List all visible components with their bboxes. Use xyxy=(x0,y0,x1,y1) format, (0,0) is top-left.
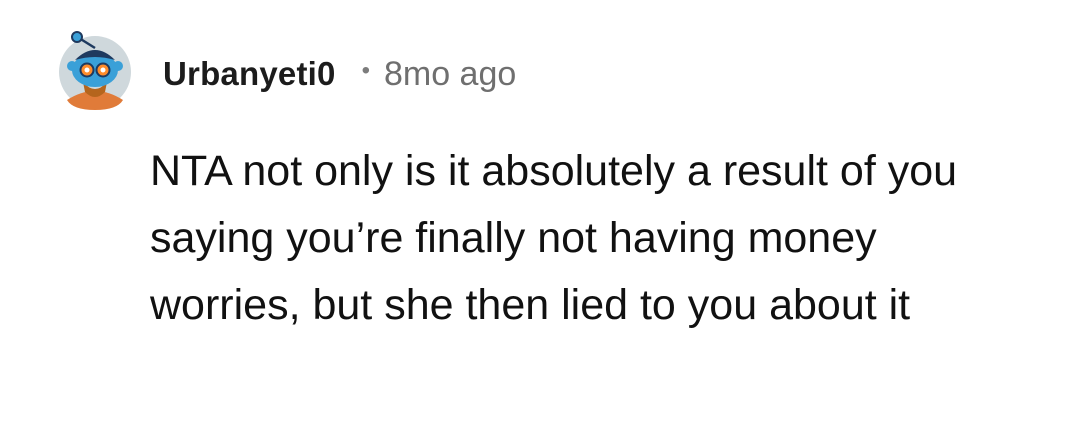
username-link[interactable]: Urbanyeti0 xyxy=(163,55,336,93)
comment: Urbanyeti0 • 8mo ago NTA not only is it … xyxy=(0,0,1080,439)
timestamp: 8mo ago xyxy=(383,54,517,93)
comment-header: Urbanyeti0 • 8mo ago xyxy=(163,50,516,98)
comment-body: NTA not only is it absolutely a result o… xyxy=(150,147,958,329)
snoo-avatar-icon[interactable] xyxy=(57,30,133,110)
separator-dot: • xyxy=(361,57,370,84)
